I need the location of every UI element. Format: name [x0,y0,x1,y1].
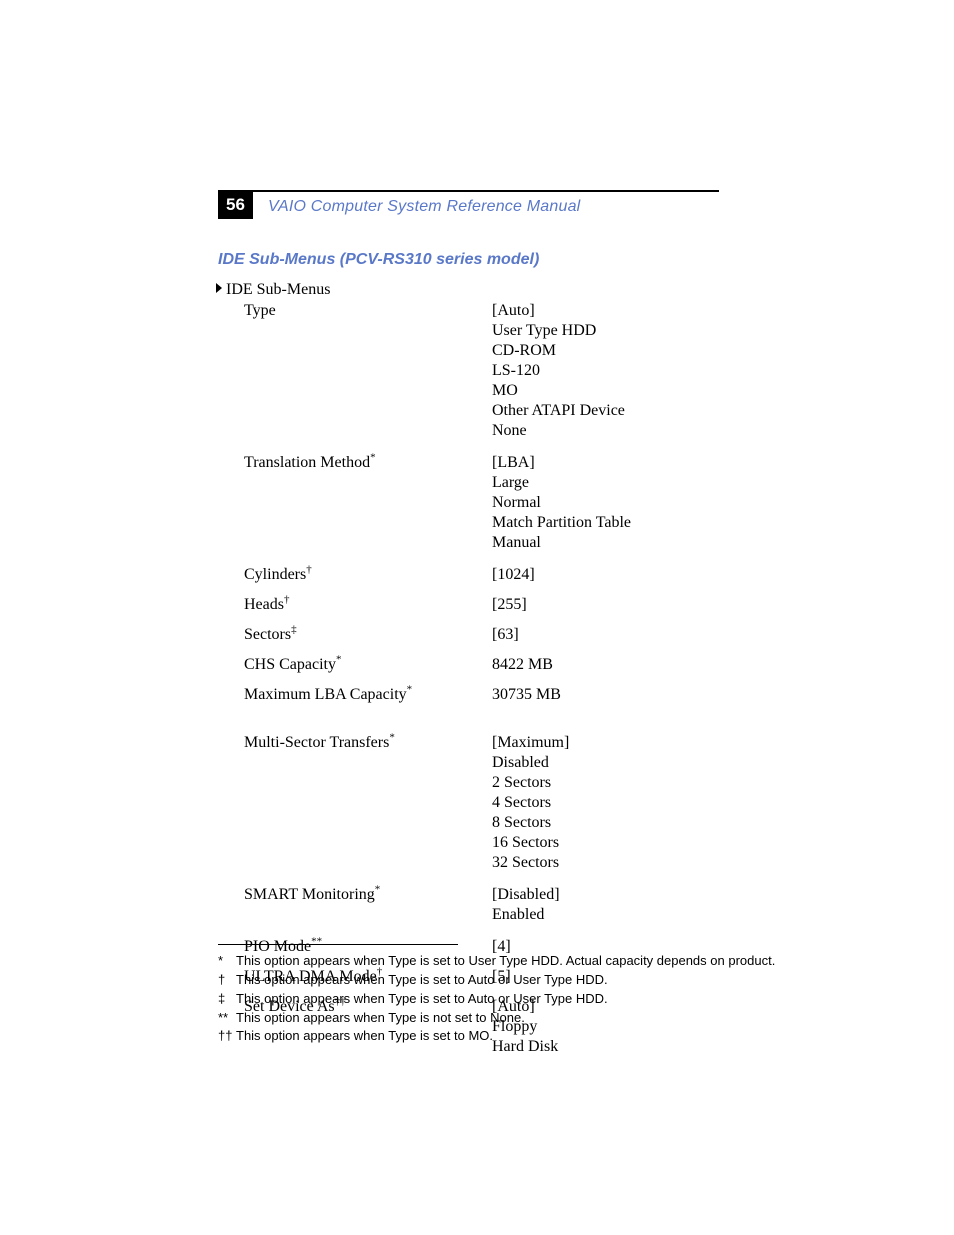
value: 8 Sectors [492,813,710,833]
values-sectors: [63] [492,625,710,645]
footnote: *This option appears when Type is set to… [218,952,775,971]
footnote-text: This option appears when Type is set to … [236,971,608,990]
document-page: 56 VAIO Computer System Reference Manual… [0,0,954,1235]
label-chs: CHS Capacity* [244,655,492,675]
footnote-mark: † [218,971,236,990]
value: [LBA] [492,453,710,473]
footnote-mark: * [218,952,236,971]
value: LS-120 [492,361,710,381]
value: [Auto] [492,301,710,321]
footnote-text: This option appears when Type is set to … [236,1027,493,1046]
label-multisector: Multi-Sector Transfers* [244,733,492,753]
footnote-text: This option appears when Type is set to … [236,990,608,1009]
value: Match Partition Table [492,513,710,533]
value: User Type HDD [492,321,710,341]
footnote-text: This option appears when Type is not set… [236,1009,525,1028]
row-maxlba: Maximum LBA Capacity* 30735 MB [244,685,710,705]
value: [63] [492,625,710,645]
footnote-mark: ** [218,1009,236,1028]
footnote: **This option appears when Type is not s… [218,1009,775,1028]
value: 32 Sectors [492,853,710,873]
values-type: [Auto] User Type HDD CD-ROM LS-120 MO Ot… [492,301,710,441]
values-multisector: [Maximum] Disabled 2 Sectors 4 Sectors 8… [492,733,710,873]
footnote-text: This option appears when Type is set to … [236,952,775,971]
label-translation: Translation Method* [244,453,492,473]
footnotes: *This option appears when Type is set to… [218,952,775,1046]
value: Manual [492,533,710,553]
value: [Disabled] [492,885,710,905]
value: Other ATAPI Device [492,401,710,421]
label-smart: SMART Monitoring* [244,885,492,905]
row-chs: CHS Capacity* 8422 MB [244,655,710,675]
label-maxlba: Maximum LBA Capacity* [244,685,492,705]
label-type: Type [244,301,492,321]
row-heads: Heads† [255] [244,595,710,615]
value: 8422 MB [492,655,710,675]
values-maxlba: 30735 MB [492,685,710,705]
values-chs: 8422 MB [492,655,710,675]
footnote: ‡This option appears when Type is set to… [218,990,775,1009]
value: Enabled [492,905,710,925]
footnote-mark: ‡ [218,990,236,1009]
values-smart: [Disabled] Enabled [492,885,710,925]
row-multisector: Multi-Sector Transfers* [Maximum] Disabl… [244,733,710,873]
value: 4 Sectors [492,793,710,813]
value: [Maximum] [492,733,710,753]
submenu-header-text: IDE Sub-Menus [226,281,330,298]
value: [1024] [492,565,710,585]
footnote-mark: †† [218,1027,236,1046]
row-type: Type [Auto] User Type HDD CD-ROM LS-120 … [244,301,710,441]
footnote: ††This option appears when Type is set t… [218,1027,775,1046]
value: 16 Sectors [492,833,710,853]
page-number: 56 [218,192,253,219]
value: Large [492,473,710,493]
value: MO [492,381,710,401]
value: [255] [492,595,710,615]
values-cylinders: [1024] [492,565,710,585]
triangle-right-icon [216,283,222,293]
label-heads: Heads† [244,595,492,615]
value: None [492,421,710,441]
row-translation: Translation Method* [LBA] Large Normal M… [244,453,710,553]
values-heads: [255] [492,595,710,615]
row-cylinders: Cylinders† [1024] [244,565,710,585]
values-translation: [LBA] Large Normal Match Partition Table… [492,453,710,553]
section-title: IDE Sub-Menus (PCV-RS310 series model) [218,250,539,270]
value: 2 Sectors [492,773,710,793]
footnote-rule [218,944,458,945]
row-smart: SMART Monitoring* [Disabled] Enabled [244,885,710,925]
manual-title: VAIO Computer System Reference Manual [268,197,580,217]
header-rule [218,190,719,192]
value: Normal [492,493,710,513]
label-sectors: Sectors‡ [244,625,492,645]
value: CD-ROM [492,341,710,361]
value: 30735 MB [492,685,710,705]
value: Disabled [492,753,710,773]
label-cylinders: Cylinders† [244,565,492,585]
footnote: †This option appears when Type is set to… [218,971,775,990]
row-sectors: Sectors‡ [63] [244,625,710,645]
submenu-header: IDE Sub-Menus [216,280,330,300]
